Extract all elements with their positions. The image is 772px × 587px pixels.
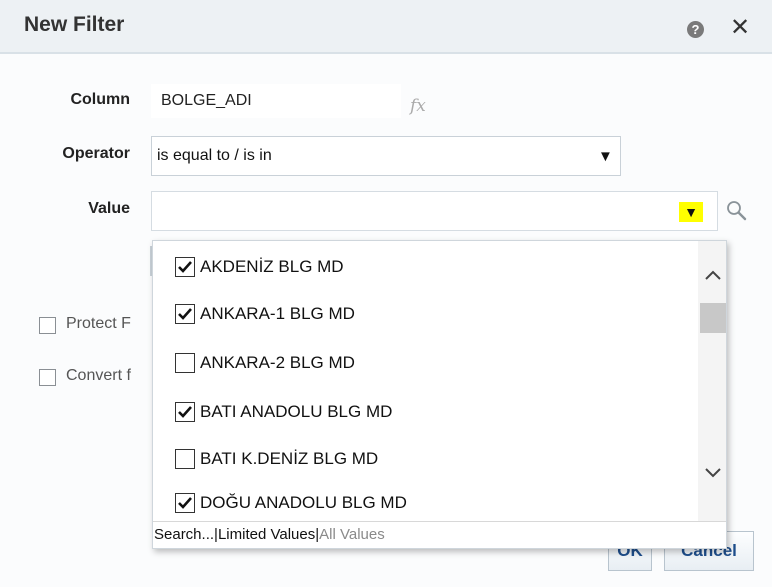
item-label: BATI ANADOLU BLG MD [200, 402, 393, 421]
fx-icon[interactable]: fx [410, 96, 426, 116]
scroll-up-chevron-icon[interactable] [698, 263, 726, 287]
dialog-header: New Filter ? ✕ [0, 0, 772, 54]
operator-dropdown-arrow-icon[interactable]: ▼ [598, 148, 613, 165]
dialog-title: New Filter [24, 13, 125, 36]
scrollbar[interactable] [698, 241, 726, 521]
protect-filter-label: Protect F [66, 315, 131, 332]
item-label: ANKARA-2 BLG MD [200, 353, 355, 372]
search-icon[interactable] [725, 199, 749, 223]
limited-values-link[interactable]: Limited Values [218, 526, 315, 543]
value-dropdown-arrow-icon[interactable]: ▼ [679, 202, 703, 222]
convert-filter-label: Convert f [66, 367, 131, 384]
all-values-link[interactable]: All Values [319, 526, 385, 543]
check-icon [178, 261, 192, 273]
convert-filter-checkbox[interactable] [39, 369, 56, 386]
item-checkbox[interactable] [175, 493, 195, 513]
close-icon[interactable]: ✕ [730, 14, 750, 42]
list-item[interactable]: ANKARA-2 BLG MD [175, 348, 675, 378]
check-icon [178, 308, 192, 320]
list-item[interactable]: BATI ANADOLU BLG MD [175, 397, 675, 427]
item-label: BATI K.DENİZ BLG MD [200, 449, 379, 468]
check-icon [178, 497, 192, 509]
column-label: Column [70, 91, 130, 108]
value-list: AKDENİZ BLG MD ANKARA-1 BLG MD ANKARA-2 … [153, 241, 698, 521]
item-checkbox[interactable] [175, 449, 195, 469]
help-icon[interactable]: ? [687, 21, 704, 38]
operator-select[interactable]: is equal to / is in ▼ [151, 136, 621, 176]
item-checkbox[interactable] [175, 353, 195, 373]
check-icon [178, 406, 192, 418]
search-link[interactable]: Search... [154, 526, 214, 543]
scrollbar-thumb[interactable] [700, 303, 726, 333]
item-label: ANKARA-1 BLG MD [200, 304, 355, 323]
item-label: DOĞU ANADOLU BLG MD [200, 493, 407, 512]
list-item[interactable]: AKDENİZ BLG MD [175, 252, 675, 282]
protect-filter-checkbox[interactable] [39, 317, 56, 334]
list-footer: Search...|Limited Values|All Values [153, 521, 726, 548]
operator-label: Operator [62, 145, 130, 162]
scroll-down-chevron-icon[interactable] [698, 461, 726, 485]
list-item[interactable]: ANKARA-1 BLG MD [175, 299, 675, 329]
list-item[interactable]: DOĞU ANADOLU BLG MD [175, 488, 675, 518]
list-item[interactable]: BATI K.DENİZ BLG MD [175, 444, 675, 474]
item-label: AKDENİZ BLG MD [200, 257, 344, 276]
column-field[interactable]: BOLGE_ADI [151, 84, 401, 118]
item-checkbox[interactable] [175, 402, 195, 422]
item-checkbox[interactable] [175, 304, 195, 324]
item-checkbox[interactable] [175, 257, 195, 277]
value-input[interactable] [151, 191, 718, 231]
value-dropdown-popup: AKDENİZ BLG MD ANKARA-1 BLG MD ANKARA-2 … [152, 240, 727, 549]
value-label: Value [88, 200, 130, 217]
operator-selected-value: is equal to / is in [157, 147, 272, 164]
